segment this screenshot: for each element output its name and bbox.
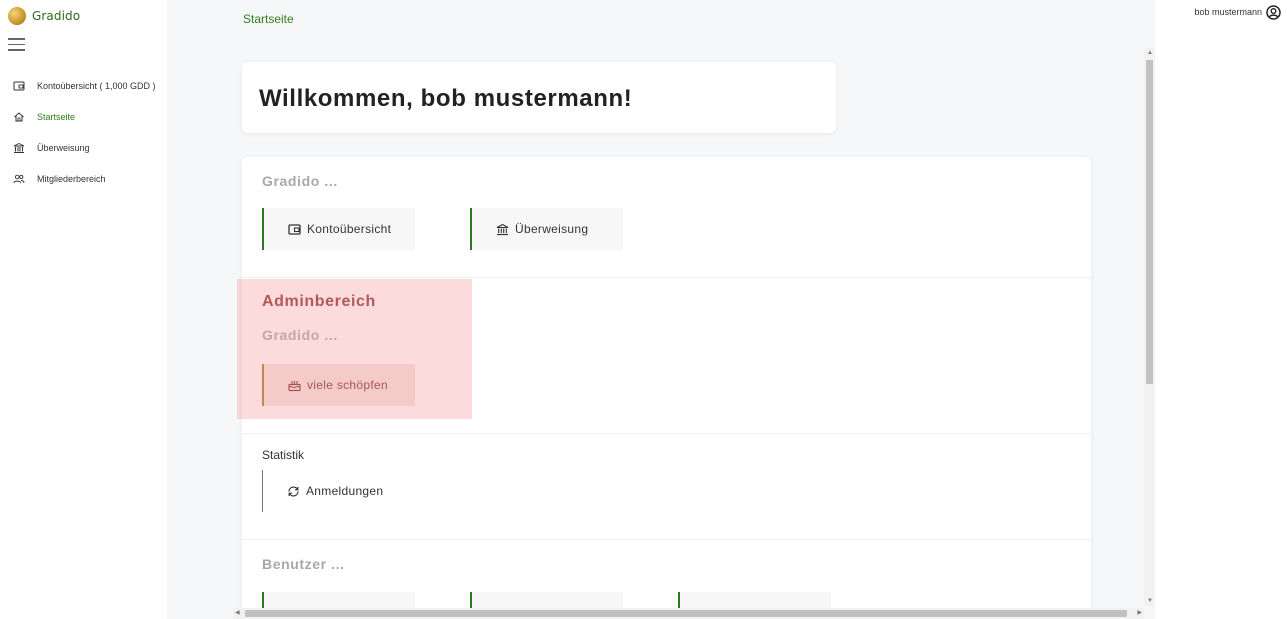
refresh-icon — [288, 485, 299, 497]
sidebar-item-startseite[interactable]: Startseite — [0, 101, 167, 132]
sidebar-item-kontouebersicht[interactable]: Kontoübersicht ( 1,000 GDD ) — [0, 70, 167, 101]
sidebar-item-label: Überweisung — [37, 142, 90, 153]
sidebar-item-label: Startseite — [37, 111, 76, 122]
tile-label: Überweisung — [515, 222, 589, 236]
horizontal-scrollbar[interactable]: ◀ ▶ — [233, 608, 1144, 619]
tile-label: Kontoübersicht — [307, 222, 392, 236]
breadcrumb[interactable]: Startseite — [243, 12, 294, 26]
sidebar-nav: Kontoübersicht ( 1,000 GDD ) Startseite … — [0, 70, 167, 194]
user-name: bob mustermann — [1194, 7, 1262, 17]
divider — [242, 433, 1091, 434]
section-title-statistik: Statistik — [262, 448, 305, 462]
vertical-scrollbar[interactable]: ▲ ▼ — [1144, 48, 1155, 606]
user-circle-icon — [1266, 4, 1281, 20]
scroll-up-icon[interactable]: ▲ — [1147, 50, 1153, 56]
scroll-thumb[interactable] — [1146, 60, 1153, 384]
section-title-gradido: Gradido ... — [262, 173, 338, 189]
wallet-icon — [13, 81, 25, 90]
tile-kontouebersicht[interactable]: Kontoübersicht — [262, 208, 415, 250]
gradido-logo — [8, 7, 26, 25]
sidebar-item-label: Kontoübersicht ( 1,000 GDD ) — [37, 80, 156, 91]
page-title: Willkommen, bob mustermann! — [259, 85, 633, 112]
tile-label: Anmeldungen — [306, 484, 384, 498]
sidebar-item-mitgliederbereich[interactable]: Mitgliederbereich — [0, 163, 167, 194]
tile-ueberweisung[interactable]: Überweisung — [470, 208, 623, 250]
bank-icon — [13, 142, 25, 153]
people-icon — [13, 174, 25, 183]
home-icon — [14, 111, 24, 121]
user-menu[interactable]: bob mustermann — [1155, 0, 1287, 24]
tile-anmeldungen[interactable]: Anmeldungen — [262, 470, 415, 512]
scroll-right-icon[interactable]: ▶ — [1137, 609, 1142, 616]
highlight-overlay — [237, 279, 472, 419]
brand-name: Gradido — [32, 9, 81, 23]
scroll-left-icon[interactable]: ◀ — [235, 609, 240, 616]
app-window: Gradido Kontoübersicht ( 1,000 GDD ) Sta… — [0, 0, 1287, 619]
welcome-card: Willkommen, bob mustermann! — [242, 62, 836, 133]
sidebar-item-ueberweisung[interactable]: Überweisung — [0, 132, 167, 163]
sidebar: Gradido Kontoübersicht ( 1,000 GDD ) Sta… — [0, 0, 167, 619]
divider — [242, 277, 1091, 278]
bank-icon — [496, 223, 509, 235]
section-title-benutzer: Benutzer ... — [262, 556, 345, 572]
wallet-icon — [288, 223, 301, 235]
divider — [242, 539, 1091, 540]
menu-toggle-icon[interactable] — [8, 38, 25, 51]
scroll-thumb[interactable] — [245, 610, 1127, 617]
scroll-down-icon[interactable]: ▼ — [1147, 598, 1153, 604]
sidebar-item-label: Mitgliederbereich — [37, 173, 106, 184]
brand[interactable]: Gradido — [8, 7, 80, 25]
